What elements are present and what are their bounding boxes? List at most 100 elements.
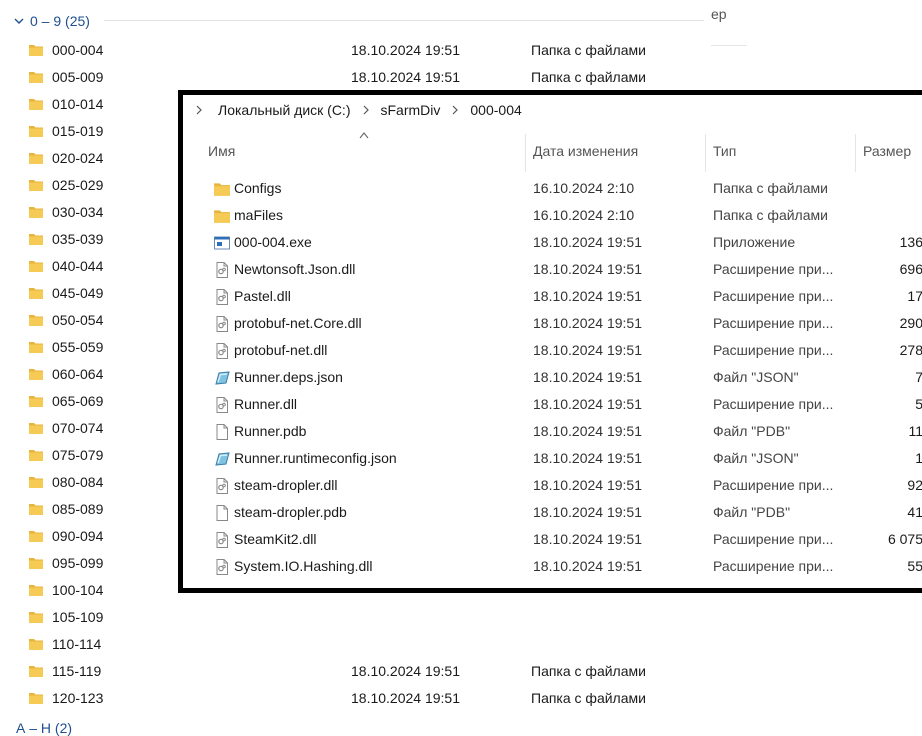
file-type: Файл "JSON" [713, 450, 799, 466]
file-row[interactable]: protobuf-net.Core.dll 18.10.2024 19:51 Рас… [183, 310, 922, 337]
item-name: 015-019 [52, 123, 104, 139]
item-name: 000-004 [52, 42, 104, 58]
file-row[interactable]: Runner.dll 18.10.2024 19:51 Расширение при… [183, 391, 922, 418]
file-row[interactable]: Configs 16.10.2024 2:10 Папка с файлами [183, 175, 922, 202]
list-item[interactable]: 105-109 [0, 604, 922, 631]
file-row[interactable]: 000-004.exe 18.10.2024 19:51 Приложение 136 [183, 229, 922, 256]
file-date: 18.10.2024 19:51 [533, 342, 642, 358]
chevron-right-icon[interactable] [361, 105, 371, 115]
dll-icon [213, 396, 231, 414]
file-date: 16.10.2024 2:10 [533, 207, 635, 223]
file-size: 278 [899, 342, 922, 358]
file-type: Расширение при... [713, 315, 834, 331]
file-name: SteamKit2.dll [234, 531, 317, 547]
breadcrumb-000-004[interactable]: 000-004 [470, 102, 521, 118]
item-name: 040-044 [52, 258, 104, 274]
column-header-date[interactable]: Дата изменения [533, 143, 638, 159]
chevron-right-icon[interactable] [450, 105, 460, 115]
file-type: Расширение при... [713, 288, 834, 304]
file-name: Runner.dll [234, 396, 298, 412]
column-header-type[interactable]: Тип [713, 143, 736, 159]
folder-icon [28, 447, 44, 463]
file-row[interactable]: Runner.pdb 18.10.2024 19:51 Файл "PDB" 11 [183, 418, 922, 445]
file-size: 1 [915, 450, 922, 466]
folder-icon [28, 231, 44, 247]
file-row[interactable]: SteamKit2.dll 18.10.2024 19:51 Расширение … [183, 526, 922, 553]
folder-icon [28, 663, 44, 679]
folder-icon [28, 177, 44, 193]
file-date: 18.10.2024 19:51 [533, 396, 642, 412]
file-name: Pastel.dll [234, 288, 291, 304]
item-name: 105-109 [52, 609, 104, 625]
column-header-name[interactable]: Имя [208, 143, 235, 159]
breadcrumb-local-disk[interactable]: Локальный диск (C:) [218, 102, 351, 118]
file-size: 7 [915, 369, 922, 385]
folder-icon [28, 204, 44, 220]
item-name: 025-029 [52, 177, 104, 193]
item-name: 070-074 [52, 420, 104, 436]
folder-icon [28, 609, 44, 625]
file-row[interactable]: maFiles 16.10.2024 2:10 Папка с файлами [183, 202, 922, 229]
item-name: 030-034 [52, 204, 104, 220]
column-divider[interactable] [705, 134, 706, 172]
file-name: protobuf-net.Core.dll [234, 315, 362, 331]
bg-column-label: ер [711, 6, 727, 22]
item-name: 075-079 [52, 447, 104, 463]
folder-icon [213, 207, 231, 225]
column-divider[interactable] [855, 134, 856, 172]
dll-icon [213, 531, 231, 549]
file-date: 18.10.2024 19:51 [533, 261, 642, 277]
file-row[interactable]: steam-dropler.dll 18.10.2024 19:51 Расшире… [183, 472, 922, 499]
item-name: 060-064 [52, 366, 104, 382]
list-item[interactable]: 005-009 18.10.2024 19:51 Папка с файлами [0, 64, 922, 91]
folder-icon [28, 393, 44, 409]
exe-icon [213, 234, 231, 252]
file-size: 5 [915, 396, 922, 412]
item-type: Папка с файлами [531, 42, 646, 58]
dll-icon [213, 315, 231, 333]
file-date: 18.10.2024 19:51 [533, 558, 642, 574]
folder-icon [28, 96, 44, 112]
folder-icon [28, 420, 44, 436]
file-date: 18.10.2024 19:51 [533, 369, 642, 385]
file-type: Папка с файлами [713, 180, 828, 196]
list-item[interactable]: 000-004 18.10.2024 19:51 Папка с файлами [0, 37, 922, 64]
dll-icon [213, 558, 231, 576]
column-header-size[interactable]: Размер [863, 143, 911, 159]
folder-icon [28, 312, 44, 328]
json-icon [213, 450, 231, 468]
column-divider[interactable] [525, 134, 526, 172]
file-row[interactable]: Runner.deps.json 18.10.2024 19:51 Файл "JS… [183, 364, 922, 391]
folder-icon [28, 690, 44, 706]
file-row[interactable]: protobuf-net.dll 18.10.2024 19:51 Расширен… [183, 337, 922, 364]
dll-icon [213, 261, 231, 279]
file-row[interactable]: steam-dropler.pdb 18.10.2024 19:51 Файл "P… [183, 499, 922, 526]
file-type: Приложение [713, 234, 796, 250]
list-item[interactable]: 120-123 18.10.2024 19:51 Папка с файлами [0, 685, 922, 712]
group-header-0-9[interactable]: 0 – 9 (25) [12, 11, 90, 31]
file-row[interactable]: Runner.runtimeconfig.json 18.10.2024 19:5… [183, 445, 922, 472]
folder-icon [28, 339, 44, 355]
folder-icon [28, 555, 44, 571]
item-name: 020-024 [52, 150, 104, 166]
file-row[interactable]: System.IO.Hashing.dll 18.10.2024 19:51 Рас… [183, 553, 922, 580]
file-name: System.IO.Hashing.dll [234, 558, 373, 574]
file-type: Файл "PDB" [713, 423, 791, 439]
group-header-a-n[interactable]: А – Н (2) [16, 720, 72, 736]
item-date: 18.10.2024 19:51 [351, 69, 460, 85]
group-header-label: 0 – 9 (25) [30, 13, 90, 29]
list-item[interactable]: 115-119 18.10.2024 19:51 Папка с файлами [0, 658, 922, 685]
file-date: 18.10.2024 19:51 [533, 315, 642, 331]
list-item[interactable]: 110-114 [0, 631, 922, 658]
item-date: 18.10.2024 19:51 [351, 690, 460, 706]
file-name: Runner.deps.json [234, 369, 343, 385]
chevron-right-icon[interactable] [194, 105, 204, 115]
breadcrumb-sfarmdiv[interactable]: sFarmDiv [381, 102, 441, 118]
file-type: Расширение при... [713, 558, 834, 574]
pdb-icon [213, 423, 231, 441]
item-name: 110-114 [52, 636, 102, 652]
column-headers: Имя Дата изменения Тип Размер [183, 129, 922, 172]
item-name: 095-099 [52, 555, 104, 571]
file-row[interactable]: Newtonsoft.Json.dll 18.10.2024 19:51 Расши… [183, 256, 922, 283]
file-row[interactable]: Pastel.dll 18.10.2024 19:51 Расширение при… [183, 283, 922, 310]
